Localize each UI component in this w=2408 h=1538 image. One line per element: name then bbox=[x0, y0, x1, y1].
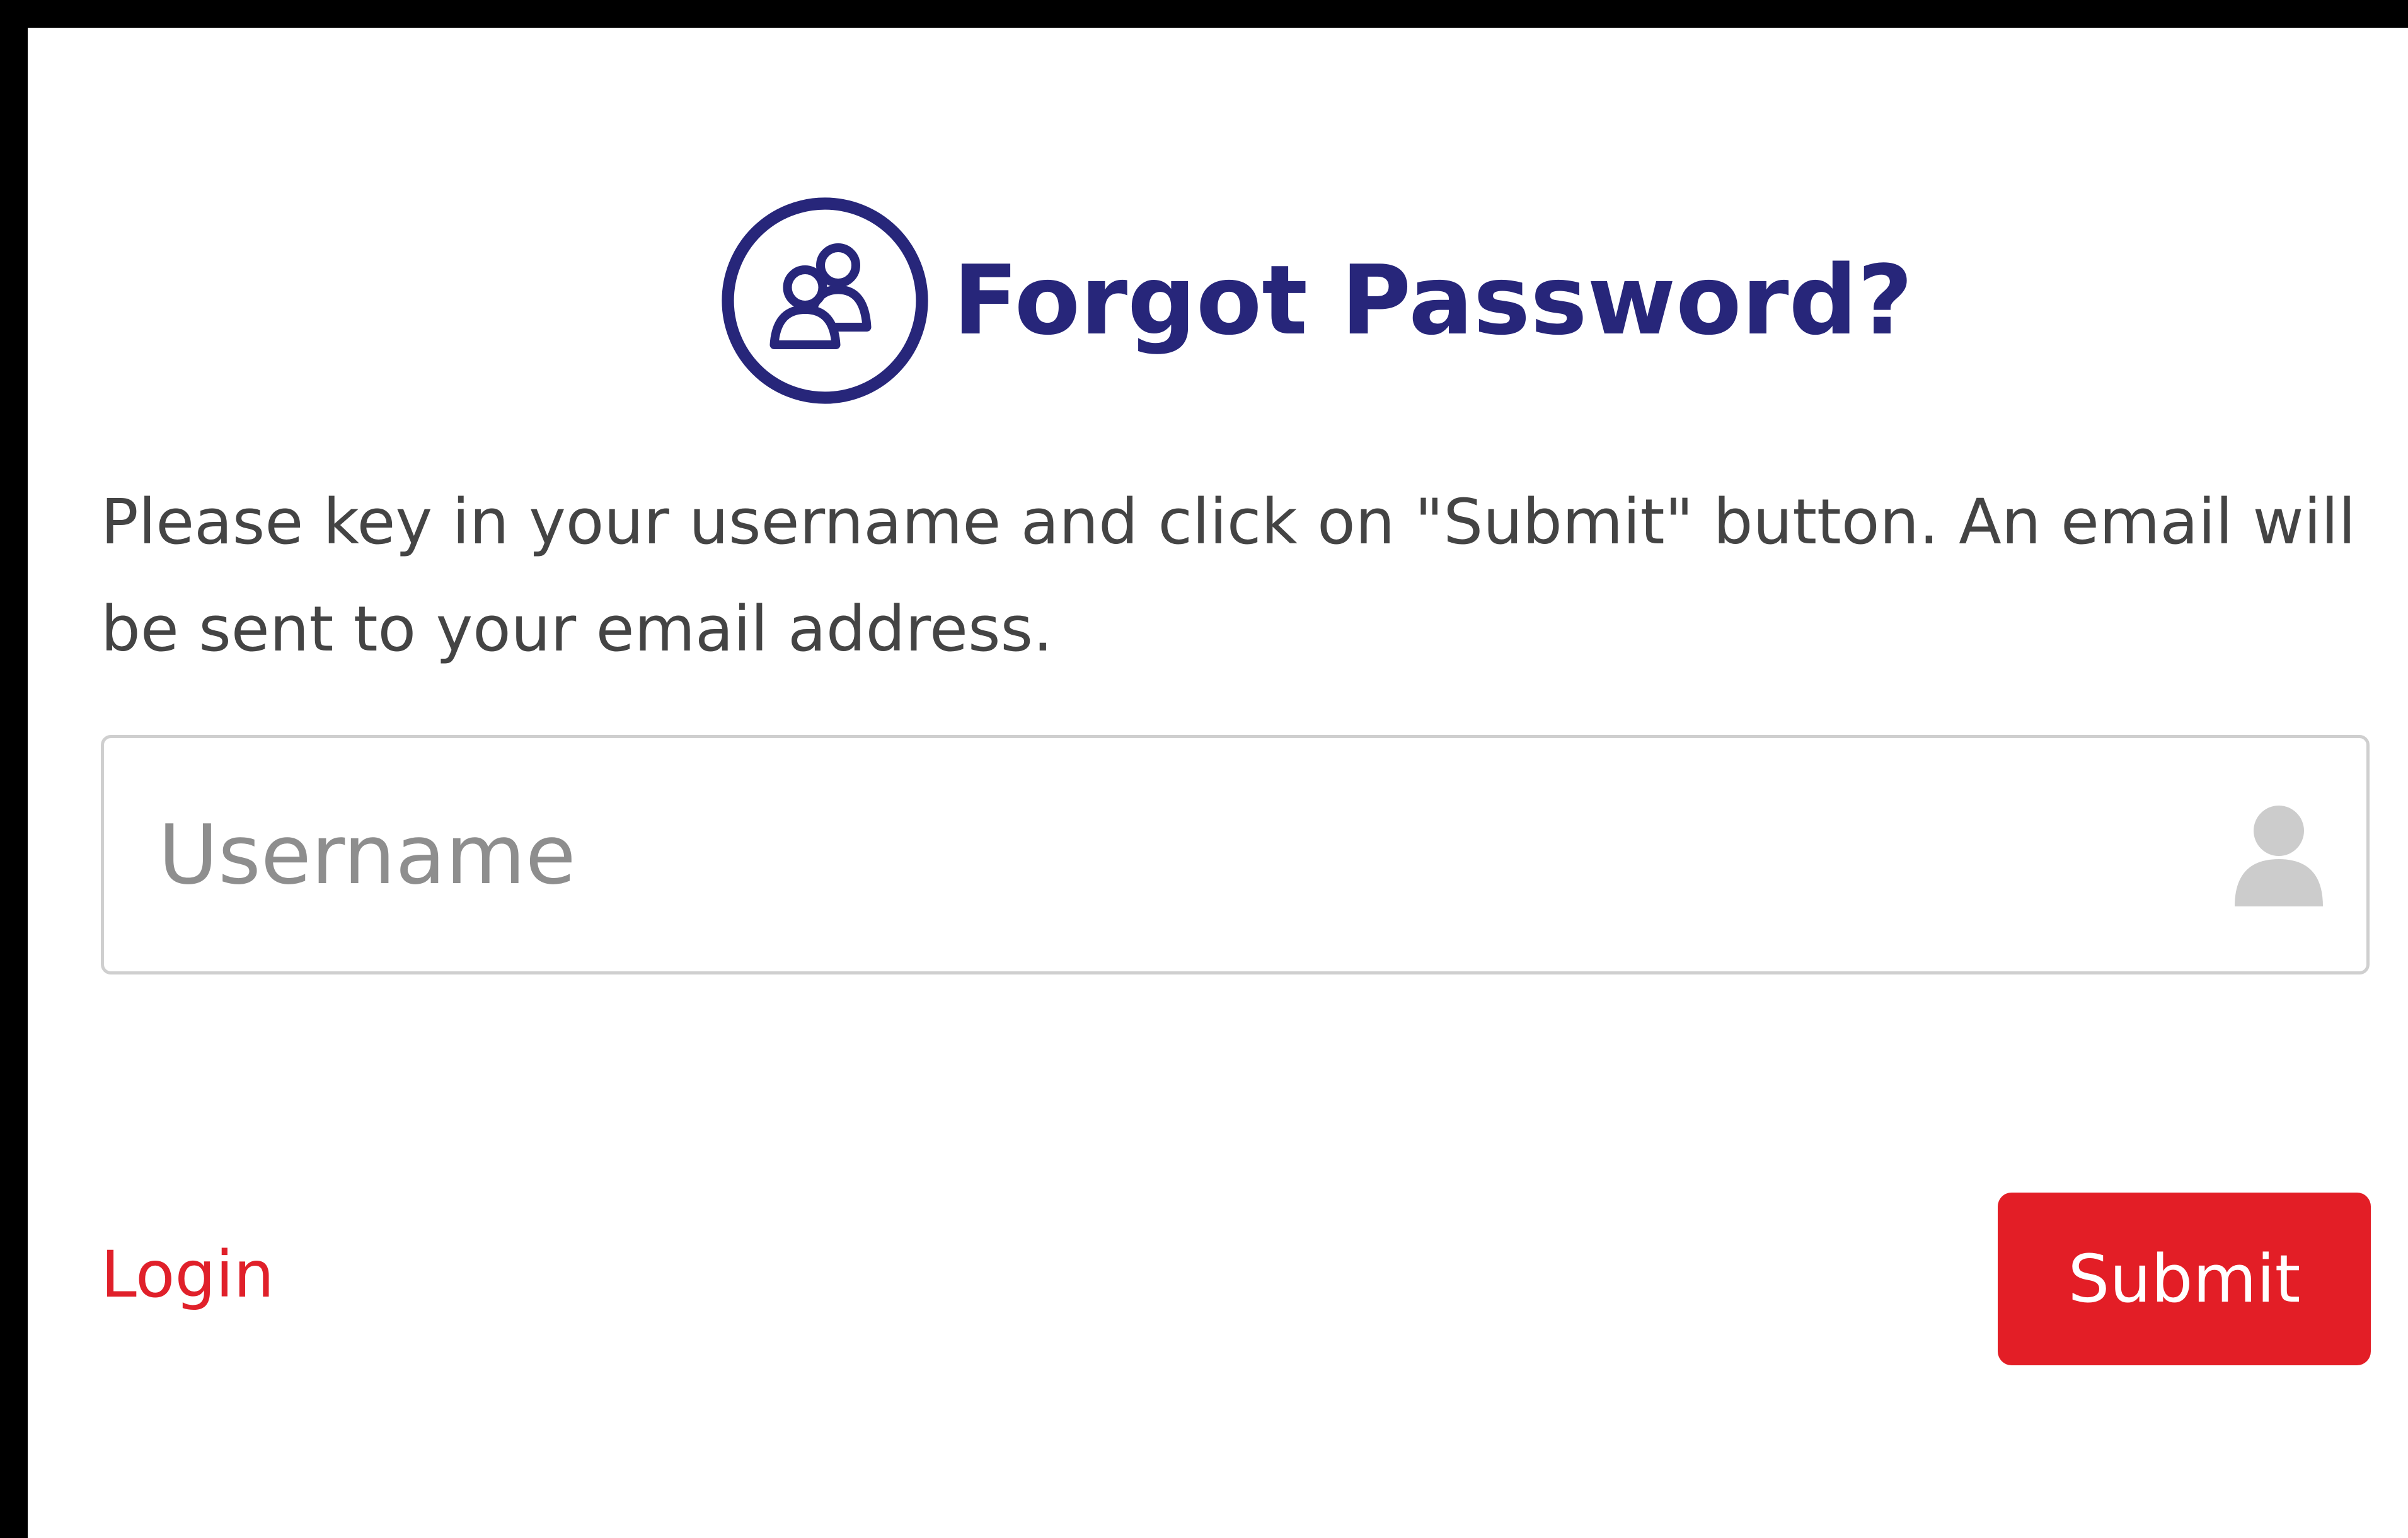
forgot-password-panel: Forgot Password? Please key in your user… bbox=[28, 28, 2408, 1538]
user-icon bbox=[2235, 806, 2323, 906]
header: Forgot Password? bbox=[715, 190, 1913, 411]
page-title: Forgot Password? bbox=[953, 245, 1913, 356]
users-circle-icon bbox=[722, 197, 928, 404]
username-field bbox=[101, 735, 2370, 974]
username-input[interactable] bbox=[104, 738, 2366, 971]
login-link[interactable]: Login bbox=[101, 1237, 274, 1314]
submit-button[interactable]: Submit bbox=[1998, 1193, 2371, 1365]
instructions-text: Please key in your username and click on… bbox=[101, 486, 2356, 666]
